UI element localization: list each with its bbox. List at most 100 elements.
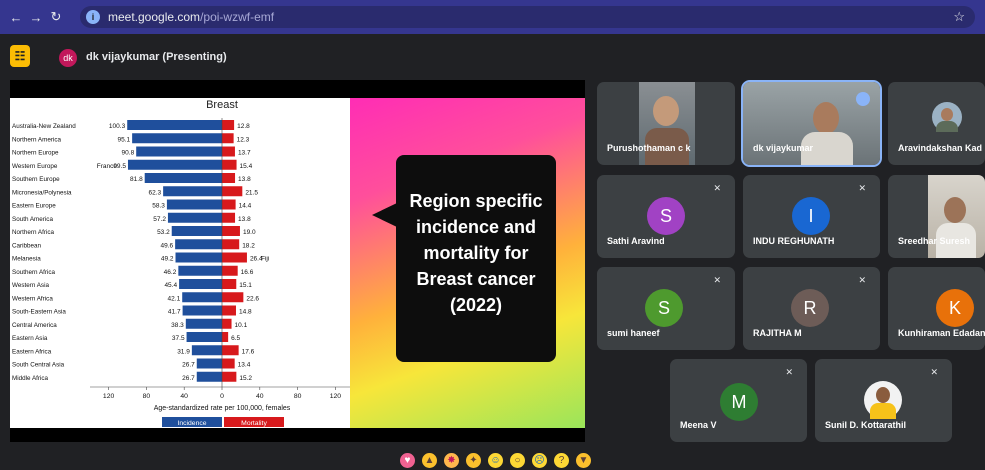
incidence-value-label: 49.6 — [160, 242, 173, 249]
incidence-bar — [179, 279, 222, 289]
mortality-value-label: 13.8 — [238, 176, 251, 183]
site-info-icon[interactable]: i — [86, 10, 100, 24]
mortality-value-label: 12.8 — [237, 123, 250, 130]
clapping-hands-icon[interactable]: ✦ — [466, 453, 481, 468]
mortality-value-label: 13.8 — [238, 216, 251, 223]
legend-label-incidence: Incidence — [177, 420, 206, 427]
participant-photo — [932, 102, 962, 132]
incidence-bar — [166, 199, 222, 210]
participant-tile[interactable]: ✕ R RAJITHA M — [743, 267, 880, 350]
participant-tile[interactable]: ✕ Sunil D. Kottarathil — [815, 359, 952, 442]
sparkling-heart-icon[interactable]: ♥ — [400, 453, 415, 468]
meet-companion-icon[interactable]: ☷ — [10, 45, 30, 67]
mortality-bar — [222, 332, 229, 342]
mic-muted-icon: ✕ — [713, 275, 721, 285]
participant-avatar: S — [645, 289, 683, 327]
mortality-value-label: 15.2 — [239, 375, 252, 382]
participant-tile[interactable]: Sreedhar Suresh — [888, 175, 985, 258]
participant-name: Aravindakshan Kad — [898, 143, 983, 153]
mortality-bar — [222, 133, 234, 144]
callout-line: Region specific — [409, 191, 543, 211]
category-label: South-Eastern Asia — [12, 309, 66, 316]
mortality-bar — [222, 358, 235, 369]
incidence-bar — [178, 265, 222, 276]
chart-title: Breast — [206, 99, 238, 111]
mortality-bar — [222, 120, 235, 130]
x-axis-label: Age-standardized rate per 100,000, femal… — [154, 405, 291, 412]
participant-name: INDU REGHUNATH — [753, 236, 835, 246]
party-popper-icon[interactable]: ✸ — [444, 453, 459, 468]
forward-icon[interactable]: → — [26, 10, 46, 25]
category-label: Southern Africa — [12, 269, 56, 276]
mortality-value-label: 21.5 — [245, 189, 258, 196]
incidence-bar — [182, 292, 222, 303]
reload-icon[interactable]: ↻ — [46, 9, 66, 25]
mortality-value-label: 15.1 — [239, 282, 252, 289]
participant-name: Purushothaman c k — [607, 143, 691, 153]
incidence-value-label: 42.1 — [168, 295, 181, 302]
callout-pointer — [372, 203, 397, 227]
mortality-bar — [222, 159, 237, 170]
incidence-value-label: 58.3 — [152, 203, 165, 210]
incidence-bar — [182, 305, 222, 316]
mortality-bar — [222, 186, 243, 197]
participant-avatar: M — [720, 383, 758, 421]
mortality-bar — [222, 173, 236, 183]
category-label: Middle Africa — [12, 375, 49, 382]
category-label: Northern America — [12, 136, 61, 143]
participant-tile[interactable]: dk vijaykumar — [741, 80, 882, 167]
mic-muted-icon: ✕ — [858, 183, 866, 193]
mortality-bar — [222, 199, 236, 210]
mortality-bar — [222, 371, 237, 382]
participant-avatar: I — [792, 197, 830, 235]
callout-line: (2022) — [449, 295, 503, 315]
category-label: Melanesia — [12, 256, 41, 263]
bookmark-star-icon[interactable]: ☆ — [953, 9, 965, 25]
participant-tile[interactable]: ✕ M Meena V — [670, 359, 807, 442]
mortality-value-label: 15.4 — [240, 163, 253, 170]
incidence-bar — [132, 133, 222, 144]
mortality-bar — [222, 305, 236, 316]
annotation-label: Fiji — [261, 256, 269, 263]
participant-avatar: S — [647, 197, 685, 235]
incidence-value-label: 46.2 — [164, 269, 177, 276]
mortality-value-label: 6.5 — [231, 335, 240, 342]
incidence-bar — [167, 212, 222, 223]
mortality-value-label: 13.4 — [238, 362, 251, 369]
incidence-bar — [144, 173, 222, 183]
x-tick-label: 0 — [220, 393, 224, 400]
url-path: /poi-wzwf-emf — [200, 10, 275, 24]
participant-avatar: K — [936, 289, 974, 327]
url-host: meet.google.com — [108, 10, 201, 24]
tears-of-joy-icon[interactable]: ☺ — [488, 453, 503, 468]
mortality-value-label: 14.8 — [239, 309, 252, 316]
thinking-face-icon[interactable]: ? — [554, 453, 569, 468]
thumbs-up-icon[interactable]: ▲ — [422, 453, 437, 468]
mortality-value-label: 10.1 — [235, 322, 248, 329]
x-tick-label: 40 — [180, 393, 188, 400]
incidence-bar — [127, 159, 222, 170]
x-tick-label: 120 — [103, 393, 115, 400]
presenter-avatar: dk — [59, 49, 77, 67]
participant-tile[interactable]: Aravindakshan Kad — [888, 82, 985, 165]
crying-face-icon[interactable]: ☹ — [532, 453, 547, 468]
category-label: Western Africa — [12, 295, 53, 302]
mortality-bar — [222, 345, 239, 356]
participant-tile[interactable]: ✕ S sumi haneef — [597, 267, 735, 350]
thumbs-down-icon[interactable]: ▼ — [576, 453, 591, 468]
category-label: Caribbean — [12, 242, 42, 249]
surprised-face-icon[interactable]: ○ — [510, 453, 525, 468]
mic-muted-icon: ✕ — [858, 275, 866, 285]
mortality-value-label: 14.4 — [239, 203, 252, 210]
category-label: Australia-New Zealand — [12, 123, 76, 130]
back-icon[interactable]: ← — [6, 10, 26, 25]
participant-tile[interactable]: Purushothaman c k — [597, 82, 735, 165]
mortality-bar — [222, 252, 247, 263]
mortality-bar — [222, 239, 240, 250]
category-label: South America — [12, 216, 53, 223]
participant-tile[interactable]: ✕ I INDU REGHUNATH — [743, 175, 880, 258]
category-label: Eastern Europe — [12, 203, 56, 210]
participant-tile[interactable]: K Kunhiraman Edadan — [888, 267, 985, 350]
address-bar[interactable]: i meet.google.com/poi-wzwf-emf ☆ — [80, 6, 975, 28]
participant-tile[interactable]: ✕ S Sathi Aravind — [597, 175, 735, 258]
